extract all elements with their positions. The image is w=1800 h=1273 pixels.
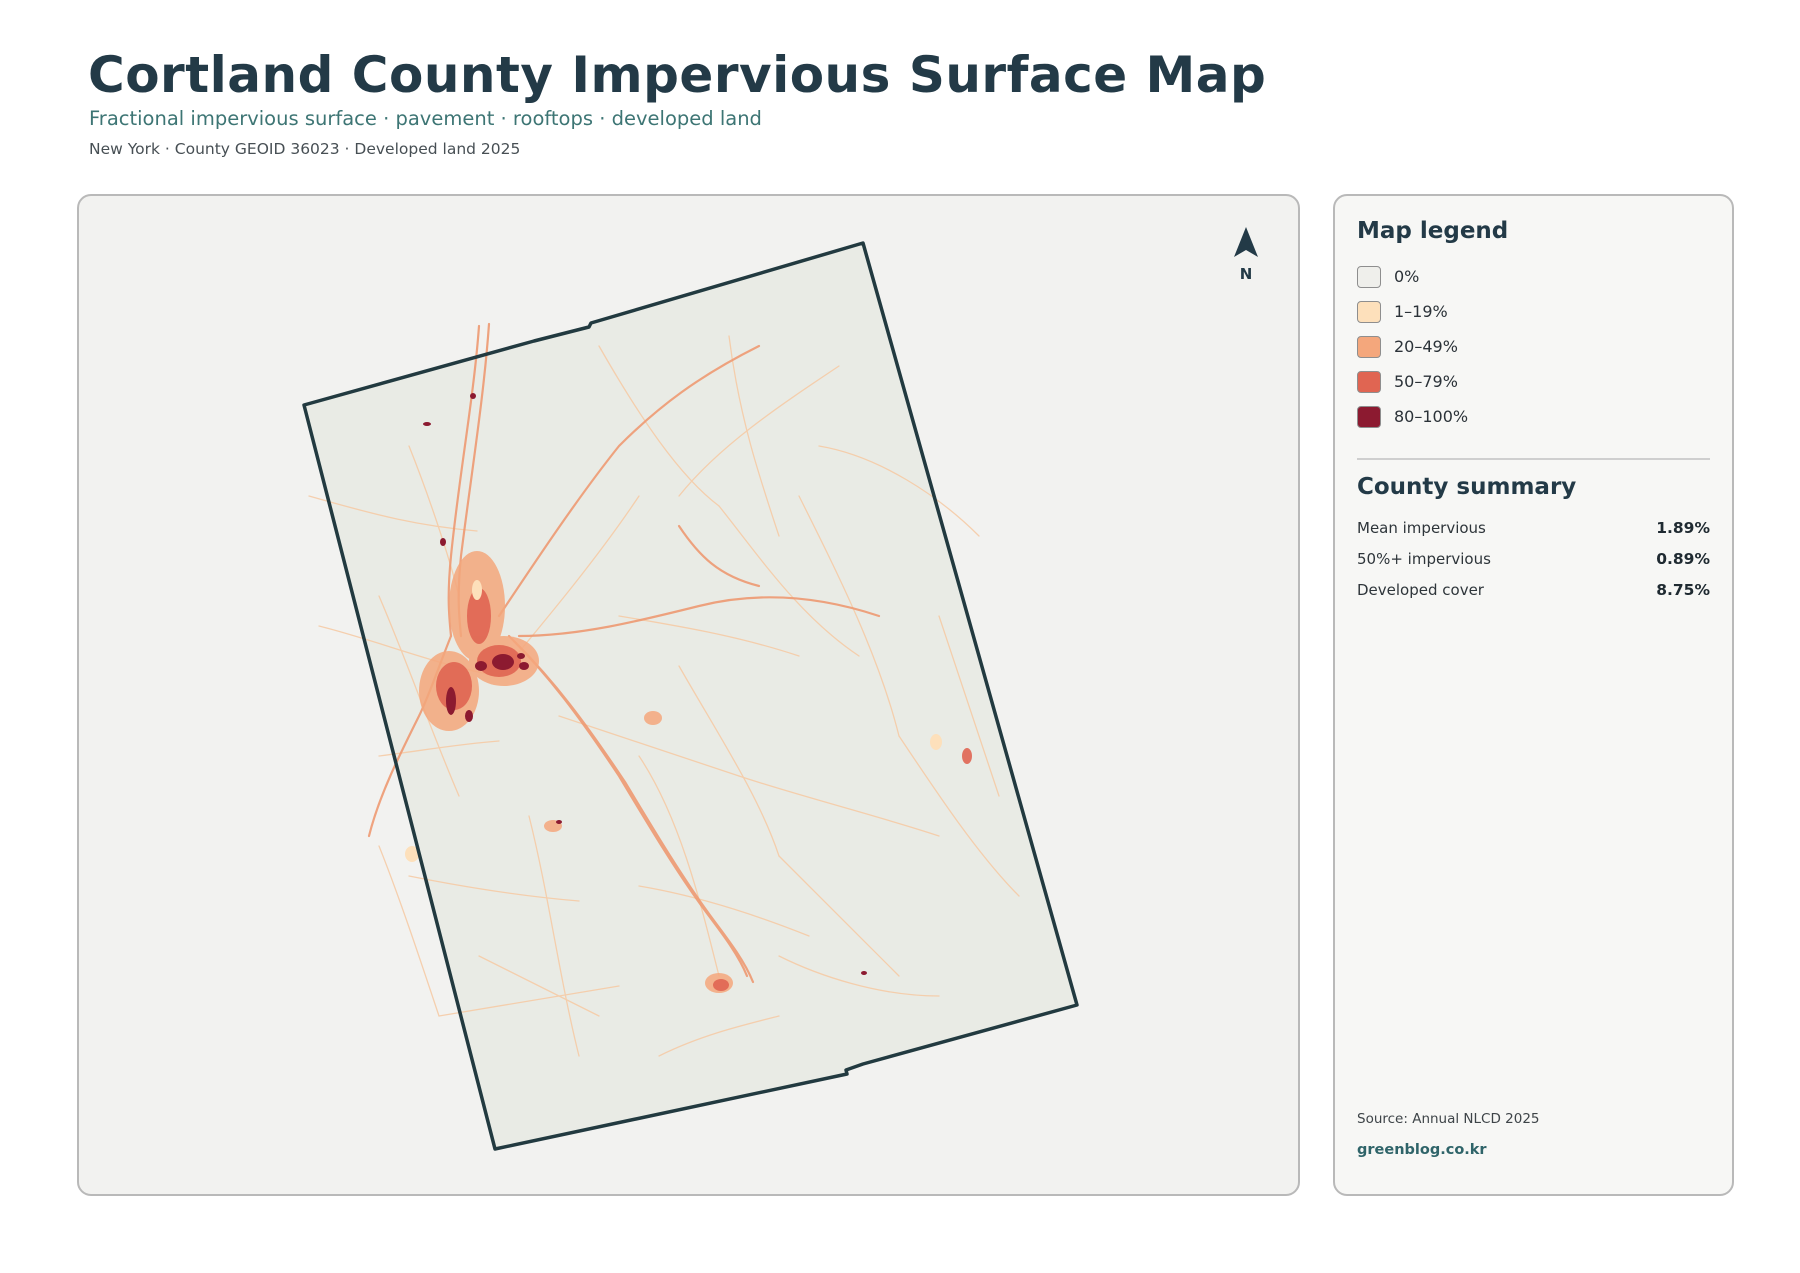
legend-swatch [1357, 336, 1381, 358]
legend-divider [1357, 458, 1710, 460]
stat-value: 1.89% [1656, 519, 1710, 537]
legend-swatch [1357, 301, 1381, 323]
legend-label: 50–79% [1394, 372, 1458, 391]
legend-label: 0% [1394, 267, 1420, 286]
source-note: Source: Annual NLCD 2025 [1357, 1111, 1540, 1127]
legend-panel: Map legend 0% 1–19% 20–49% 50–79% 80–100… [1333, 194, 1734, 1196]
stat-row-developed-cover: Developed cover 8.75% [1357, 581, 1710, 601]
stat-label: 50%+ impervious [1357, 550, 1491, 568]
legend-label: 1–19% [1394, 302, 1448, 321]
legend-title: Map legend [1357, 218, 1509, 244]
stat-value: 8.75% [1656, 581, 1710, 599]
north-arrow: N [1234, 227, 1258, 283]
stat-row-mean-impervious: Mean impervious 1.89% [1357, 519, 1710, 539]
legend-label: 80–100% [1394, 407, 1469, 426]
legend-label: 20–49% [1394, 337, 1458, 356]
legend-swatch [1357, 266, 1381, 288]
north-label: N [1240, 265, 1253, 283]
stat-label: Mean impervious [1357, 519, 1486, 537]
stat-value: 0.89% [1656, 550, 1710, 568]
page-subtitle: Fractional impervious surface · pavement… [89, 107, 762, 130]
page-meta: New York · County GEOID 36023 · Develope… [89, 140, 521, 158]
stat-row-high-impervious: 50%+ impervious 0.89% [1357, 550, 1710, 570]
page-title: Cortland County Impervious Surface Map [88, 46, 1267, 104]
stat-label: Developed cover [1357, 581, 1484, 599]
map-panel[interactable]: N [77, 194, 1300, 1196]
summary-title: County summary [1357, 474, 1577, 500]
legend-swatch [1357, 371, 1381, 393]
legend-swatch [1357, 406, 1381, 428]
north-arrow-icon [1234, 227, 1258, 257]
site-link[interactable]: greenblog.co.kr [1357, 1142, 1487, 1158]
county-map[interactable]: N [79, 196, 1300, 1196]
